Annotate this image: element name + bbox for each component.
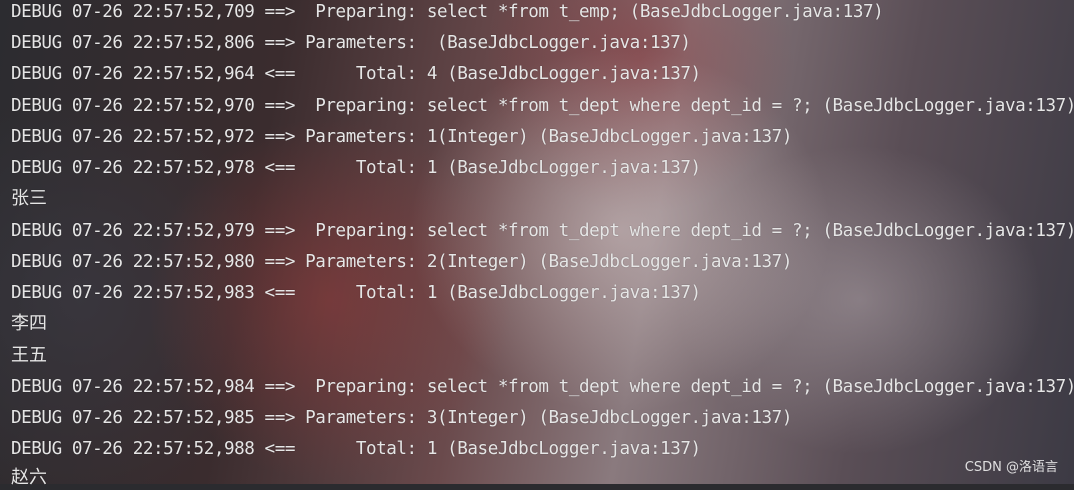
log-line: DEBUG 07-26 22:57:52,978 <== Total: 1 (B… bbox=[11, 158, 701, 178]
output-name: 张三 bbox=[11, 188, 47, 209]
log-line: DEBUG 07-26 22:57:52,970 ==> Preparing: … bbox=[11, 96, 1074, 116]
output-name: 李四 bbox=[11, 313, 47, 334]
log-line: DEBUG 07-26 22:57:52,988 <== Total: 1 (B… bbox=[11, 439, 701, 459]
output-name: 赵六 bbox=[11, 467, 47, 488]
log-line: DEBUG 07-26 22:57:52,984 ==> Preparing: … bbox=[11, 377, 1074, 397]
log-line: DEBUG 07-26 22:57:52,709 ==> Preparing: … bbox=[11, 2, 884, 22]
log-line: DEBUG 07-26 22:57:52,979 ==> Preparing: … bbox=[11, 221, 1074, 241]
log-line: DEBUG 07-26 22:57:52,972 ==> Parameters:… bbox=[11, 127, 792, 147]
watermark: CSDN @洛语言 bbox=[964, 460, 1058, 475]
log-line: DEBUG 07-26 22:57:52,983 <== Total: 1 (B… bbox=[11, 283, 701, 303]
log-line: DEBUG 07-26 22:57:52,985 ==> Parameters:… bbox=[11, 408, 792, 428]
log-line: DEBUG 07-26 22:57:52,980 ==> Parameters:… bbox=[11, 252, 792, 272]
console-output[interactable]: DEBUG 07-26 22:57:52,709 ==> Preparing: … bbox=[0, 0, 1074, 488]
output-name: 王五 bbox=[11, 345, 47, 366]
log-line: DEBUG 07-26 22:57:52,964 <== Total: 4 (B… bbox=[11, 64, 701, 84]
log-line: DEBUG 07-26 22:57:52,806 ==> Parameters:… bbox=[11, 33, 691, 53]
